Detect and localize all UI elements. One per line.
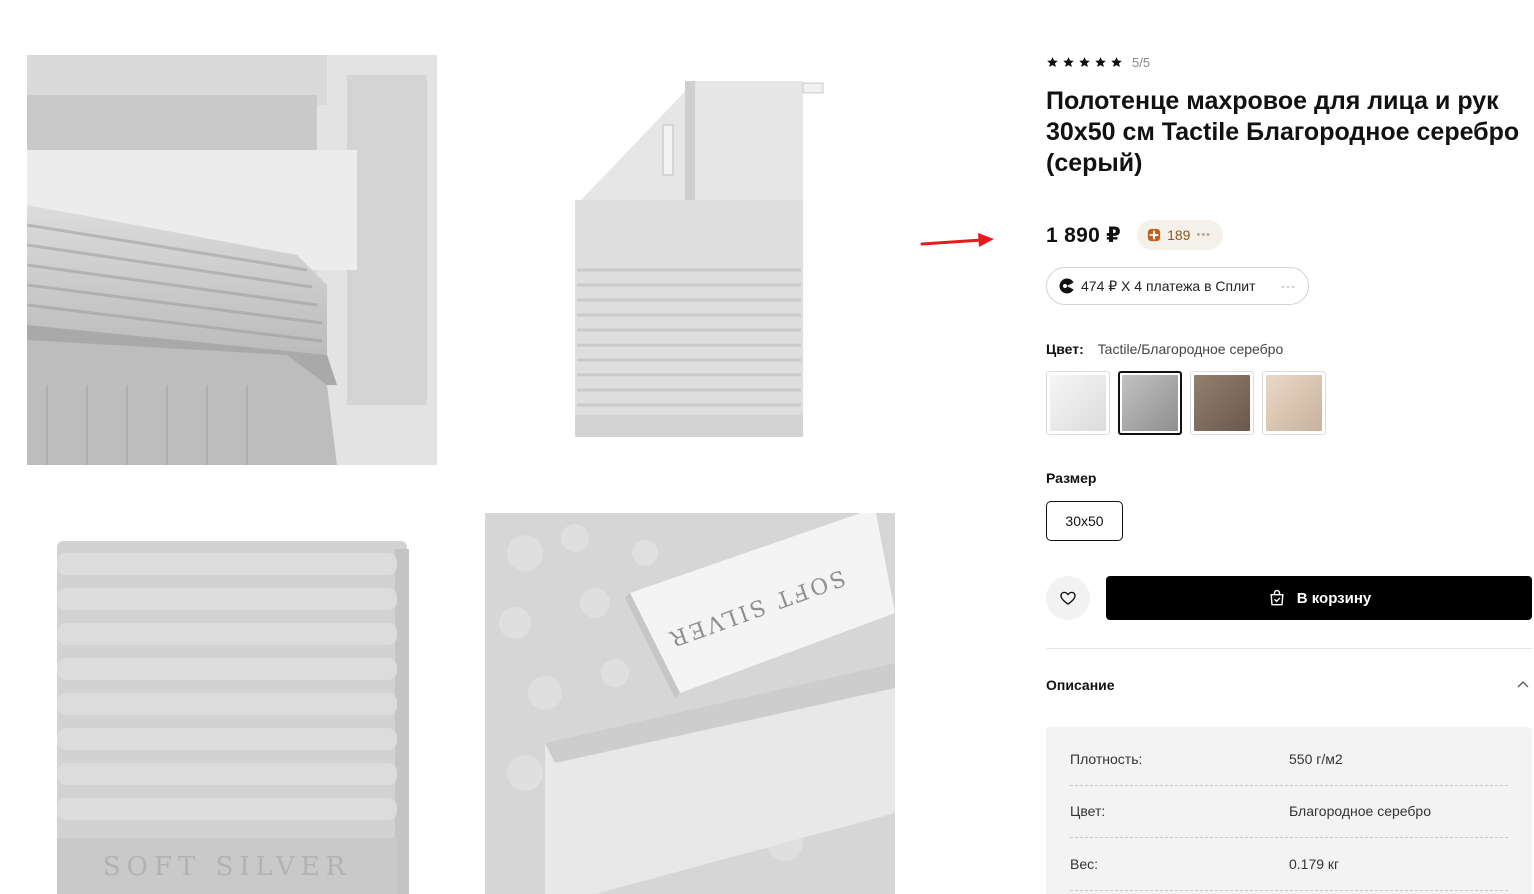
swatch-image <box>1266 375 1322 431</box>
product-photo-folded[interactable]: SOFT SILVER <box>27 513 437 894</box>
color-value: Tactile/Благородное серебро <box>1097 341 1284 357</box>
description-title: Описание <box>1046 677 1115 693</box>
bonus-badge[interactable]: 189 ••• <box>1137 220 1224 250</box>
swatch-brown[interactable] <box>1190 371 1254 435</box>
spec-value: 0.179 кг <box>1289 855 1340 872</box>
swatch-white[interactable] <box>1046 371 1110 435</box>
add-to-cart-button[interactable]: В корзину <box>1106 576 1532 620</box>
color-label-row: Цвет: Tactile/Благородное серебро <box>1046 341 1283 357</box>
add-to-cart-label: В корзину <box>1296 589 1372 607</box>
product-price: 1 890 ₽ <box>1046 223 1122 247</box>
swatch-image <box>1194 375 1250 431</box>
size-option-button[interactable]: 30х50 <box>1046 501 1123 541</box>
heart-icon <box>1060 591 1076 605</box>
spec-key: Вес: <box>1070 855 1099 872</box>
spec-row: Цвет: Благородное серебро <box>1070 786 1508 838</box>
split-payment-button[interactable]: 474 ₽ X 4 платежа в Сплит ··· <box>1046 267 1309 305</box>
shopping-bag-icon <box>1270 589 1284 606</box>
product-photo-lifestyle[interactable] <box>27 55 437 465</box>
star-icon <box>1079 57 1090 68</box>
bonus-icon <box>1147 228 1161 242</box>
specs-table: Плотность: 550 г/м2 Цвет: Благородное се… <box>1046 727 1532 894</box>
swatch-beige[interactable] <box>1262 371 1326 435</box>
split-logo-icon <box>1059 278 1075 294</box>
product-rating[interactable]: 5/5 <box>1046 55 1150 70</box>
product-info-panel: 5/5 Полотенце махровое для лица и рук 30… <box>1046 0 1534 894</box>
product-photo-front[interactable] <box>485 55 895 465</box>
favorite-button[interactable] <box>1046 576 1090 620</box>
divider <box>1046 648 1532 649</box>
product-title: Полотенце махровое для лица и рук 30х50 … <box>1046 87 1520 177</box>
product-gallery: SOFT SILVER SOFT SILVER <box>0 0 1000 894</box>
brand-label-text: SOFT SILVER <box>103 852 351 882</box>
color-swatches <box>1046 371 1326 435</box>
swatch-image <box>1122 375 1178 431</box>
star-icon <box>1095 57 1106 68</box>
swatch-image <box>1050 375 1106 431</box>
split-payment-text: 474 ₽ X 4 платежа в Сплит <box>1081 277 1256 294</box>
price-row: 1 890 ₽ 189 ••• <box>1046 220 1224 250</box>
product-photo-label-closeup[interactable]: SOFT SILVER <box>485 513 895 894</box>
swatch-silver[interactable] <box>1118 371 1182 435</box>
spec-value: 550 г/м2 <box>1289 750 1343 767</box>
description-accordion-header[interactable]: Описание <box>1046 668 1532 702</box>
size-label: Размер <box>1046 470 1097 486</box>
star-icon <box>1111 57 1122 68</box>
split-more-icon: ··· <box>1281 279 1296 293</box>
spec-row: Вес: 0.179 кг <box>1070 838 1508 891</box>
color-label: Цвет: <box>1046 341 1084 357</box>
bonus-amount: 189 <box>1167 227 1191 243</box>
chevron-up-icon <box>1517 681 1529 688</box>
spec-key: Цвет: <box>1070 803 1106 820</box>
spec-key: Плотность: <box>1070 750 1143 767</box>
annotation-arrow-icon <box>920 233 994 247</box>
spec-row: Плотность: 550 г/м2 <box>1070 733 1508 786</box>
star-icon <box>1047 57 1058 68</box>
spec-value: Благородное серебро <box>1289 803 1431 820</box>
rating-text: 5/5 <box>1132 55 1151 70</box>
star-icon <box>1063 57 1074 68</box>
bonus-more-icon: ••• <box>1196 229 1212 241</box>
